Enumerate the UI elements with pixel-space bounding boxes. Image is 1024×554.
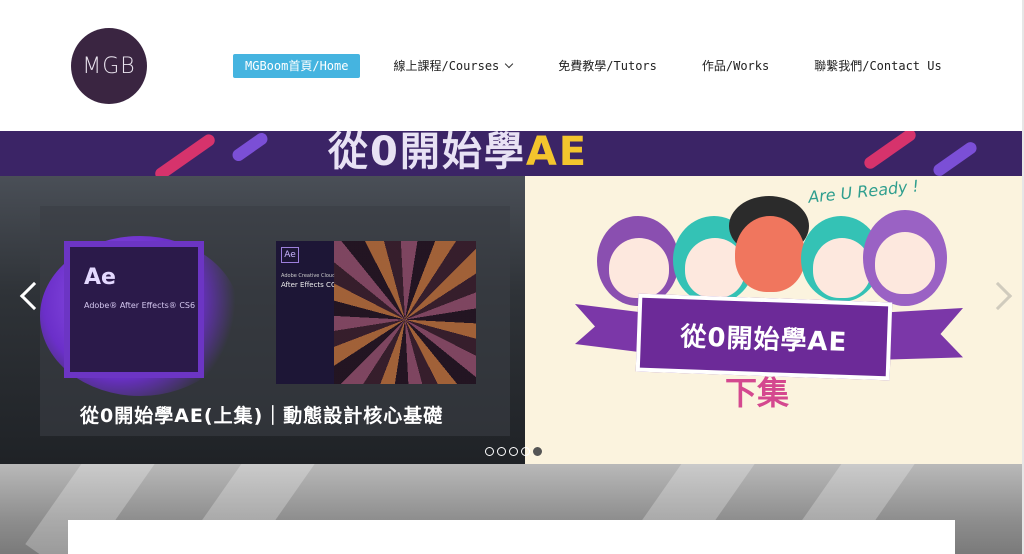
- mgb-logo[interactable]: MGB: [71, 28, 147, 104]
- carousel-dots: [485, 447, 545, 456]
- nav-works[interactable]: 作品/Works: [702, 54, 769, 78]
- slide-ae-part2[interactable]: Are U Ready ! 從0開始學AE 下集: [525, 176, 1022, 464]
- content-card: [68, 520, 955, 554]
- ae-cc-product: After Effects CC: [281, 281, 336, 289]
- carousel-dot[interactable]: [521, 447, 530, 456]
- logo-text: MGB: [82, 53, 136, 79]
- nav-courses[interactable]: 線上課程/Courses: [393, 54, 514, 78]
- nav-courses-label: 線上課程/Courses: [393, 59, 500, 73]
- ae-cs6-caption: Adobe® After Effects® CS6: [84, 301, 196, 310]
- ribbon-title: 從0開始學AE: [679, 321, 848, 358]
- banner-title-ae: AE: [525, 131, 589, 175]
- ae-cc-artwork: [334, 241, 476, 384]
- carousel-dot[interactable]: [509, 447, 518, 456]
- character-face: [609, 238, 669, 298]
- ae-logo-icon: Ae: [84, 265, 116, 290]
- site-header: MGB MGBoom首頁/Home 線上課程/Courses 免費教學/Tuto…: [0, 0, 1022, 131]
- hero-carousel[interactable]: Ae Adobe® After Effects® CS6 Ae Adobe Cr…: [0, 176, 1022, 464]
- slide-caption: 從0開始學AE(上集)｜動態設計核心基礎: [80, 405, 444, 427]
- ae-cs6-splash: Ae Adobe® After Effects® CS6: [64, 241, 204, 378]
- ae-cc-brand: Adobe Creative Cloud: [281, 273, 336, 279]
- ae-cc-splash: Ae Adobe Creative Cloud After Effects CC: [276, 241, 476, 384]
- carousel-dot[interactable]: [485, 447, 494, 456]
- character-face: [875, 232, 935, 294]
- banner-stripe: [230, 131, 270, 164]
- part-label: 下集: [725, 374, 790, 412]
- carousel-dot[interactable]: [533, 447, 542, 456]
- character-face: [813, 238, 871, 298]
- are-u-ready-text: Are U Ready !: [807, 176, 920, 207]
- main-nav: MGBoom首頁/Home 線上課程/Courses 免費教學/Tutors 作…: [233, 54, 942, 78]
- nav-tutors[interactable]: 免費教學/Tutors: [558, 54, 657, 78]
- chevron-down-icon: [505, 59, 514, 69]
- slide-ae-part1[interactable]: Ae Adobe® After Effects® CS6 Ae Adobe Cr…: [0, 176, 525, 464]
- carousel-dot[interactable]: [497, 447, 506, 456]
- nav-contact[interactable]: 聯繫我們/Contact Us: [814, 54, 941, 78]
- course-banner: 從0開始學AE: [0, 131, 1022, 176]
- banner-stripe: [861, 131, 919, 172]
- ae-cc-logo-icon: Ae: [281, 247, 299, 263]
- character-face: [735, 216, 805, 292]
- nav-home[interactable]: MGBoom首頁/Home: [233, 54, 361, 78]
- banner-stripe: [152, 132, 218, 176]
- banner-title-cn: 從0開始學: [328, 131, 526, 175]
- banner-stripe: [931, 139, 979, 176]
- ae-cc-sidebar: Ae Adobe Creative Cloud After Effects CC: [276, 241, 336, 384]
- banner-title: 從0開始學AE: [328, 131, 588, 176]
